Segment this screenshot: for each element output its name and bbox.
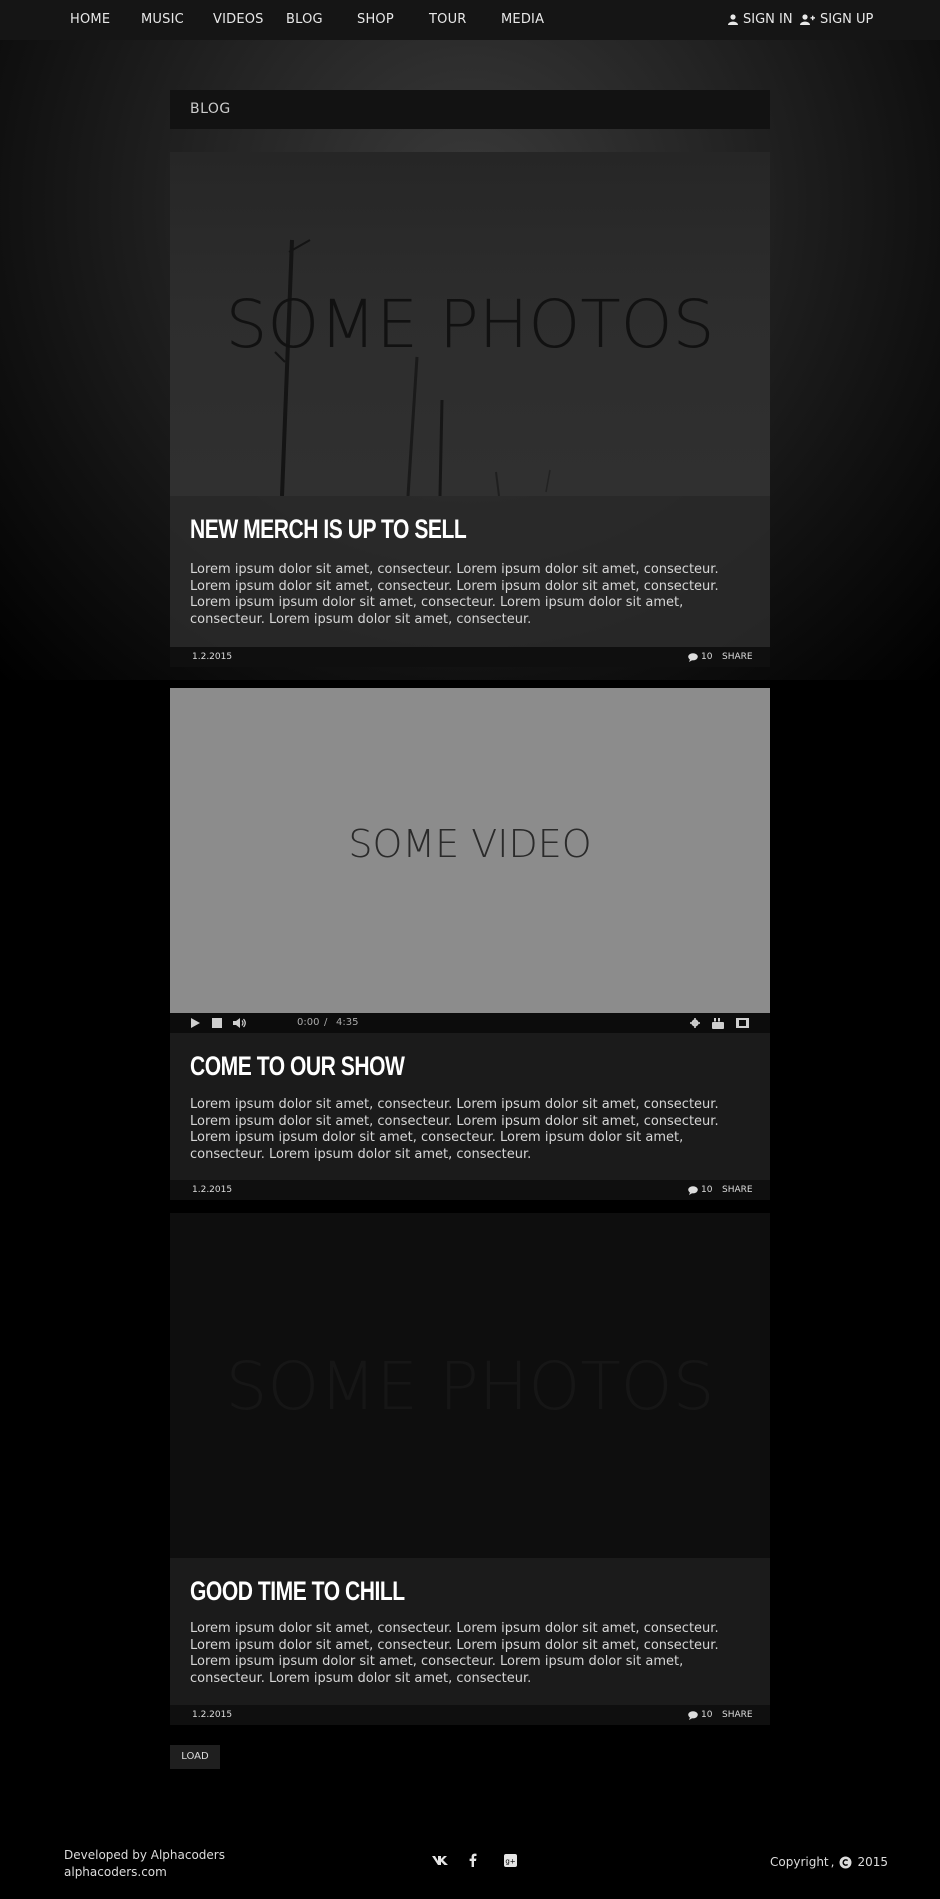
post-text: Lorem ipsum dolor sit amet, consecteur. … — [190, 1621, 719, 1686]
copyright-year: 2015 — [857, 1855, 889, 1869]
comments-link[interactable]: 10 — [688, 652, 712, 662]
comment-icon — [688, 652, 698, 662]
site-link[interactable]: alphacoders.com — [64, 1864, 225, 1881]
stop-icon[interactable] — [212, 1018, 222, 1028]
post-photos[interactable]: SOME PHOTOS — [170, 152, 770, 496]
media-placeholder-label: SOME PHOTOS — [225, 286, 715, 363]
post-footer: 1.2.2015 10 SHARE — [170, 647, 770, 667]
sign-up-label: SIGN UP — [820, 12, 874, 27]
share-link[interactable]: SHARE — [722, 652, 753, 662]
nav-blog[interactable]: BLOG — [286, 12, 323, 27]
post-content: GOOD TIME TO CHILL Lorem ipsum dolor sit… — [170, 1558, 770, 1706]
user-icon — [728, 14, 738, 25]
comment-count: 10 — [701, 1185, 713, 1195]
post-footer: 1.2.2015 10 SHARE — [170, 1180, 770, 1200]
post-footer: 1.2.2015 10 SHARE — [170, 1705, 770, 1725]
sign-in-link[interactable]: SIGN IN — [728, 12, 793, 27]
blog-heading-bar: BLOG — [170, 90, 770, 129]
post-date: 1.2.2015 — [192, 652, 233, 662]
post-text: Lorem ipsum dolor sit amet, consecteur. … — [190, 562, 719, 627]
post-photos[interactable]: SOME PHOTOS — [170, 1213, 770, 1558]
share-link[interactable]: SHARE — [722, 1710, 753, 1720]
footer-credits: Developed by Alphacoders alphacoders.com — [64, 1847, 225, 1881]
load-more-button[interactable]: LOAD — [170, 1745, 220, 1769]
share-link[interactable]: SHARE — [722, 1185, 753, 1195]
current-time: 0:00 — [297, 1017, 320, 1028]
play-icon[interactable] — [190, 1018, 200, 1028]
fullscreen-icon[interactable] — [736, 1018, 749, 1028]
nav-home[interactable]: HOME — [70, 12, 110, 27]
copyright-icon — [839, 1856, 852, 1868]
nav-tour[interactable]: TOUR — [429, 12, 467, 27]
post-text: Lorem ipsum dolor sit amet, consecteur. … — [190, 1097, 719, 1162]
post-content: COME TO OUR SHOW Lorem ipsum dolor sit a… — [170, 1033, 770, 1180]
comments-link[interactable]: 10 — [688, 1185, 712, 1195]
media-placeholder-label: SOME PHOTOS — [225, 1348, 715, 1425]
video-player[interactable]: SOME VIDEO — [170, 688, 770, 1013]
copyright-comma: , — [830, 1855, 835, 1869]
comment-count: 10 — [701, 652, 713, 662]
page-title: BLOG — [190, 101, 231, 117]
developed-by-text: Developed by Alphacoders — [64, 1848, 225, 1862]
comments-link[interactable]: 10 — [688, 1710, 712, 1720]
youtube-icon[interactable] — [712, 1018, 724, 1029]
volume-icon[interactable] — [233, 1018, 247, 1028]
nav-music[interactable]: MUSIC — [141, 12, 184, 27]
gear-icon[interactable] — [690, 1018, 700, 1028]
comment-icon — [688, 1710, 698, 1720]
svg-text:g+: g+ — [505, 1858, 515, 1866]
duration: 4:35 — [336, 1017, 359, 1028]
comment-icon — [688, 1185, 698, 1195]
copyright: Copyright, 2015 — [770, 1855, 888, 1869]
comment-count: 10 — [701, 1710, 713, 1720]
post-content: NEW MERCH IS UP TO SELL Lorem ipsum dolo… — [170, 496, 770, 647]
post-title[interactable]: NEW MERCH IS UP TO SELL — [190, 514, 467, 545]
vk-icon[interactable] — [432, 1855, 448, 1865]
google-plus-icon[interactable]: g+ — [504, 1854, 517, 1867]
video-controls: 0:00 / 4:35 — [170, 1013, 770, 1033]
copyright-label: Copyright — [770, 1855, 829, 1869]
nav-media[interactable]: MEDIA — [501, 12, 544, 27]
user-add-icon — [800, 14, 815, 25]
post-title[interactable]: COME TO OUR SHOW — [190, 1051, 405, 1082]
time-separator: / — [324, 1017, 328, 1028]
post-date: 1.2.2015 — [192, 1710, 233, 1720]
sign-in-label: SIGN IN — [743, 12, 793, 27]
nav-videos[interactable]: VIDEOS — [213, 12, 264, 27]
top-nav: HOME MUSIC VIDEOS BLOG SHOP TOUR MEDIA S… — [0, 0, 940, 40]
facebook-icon[interactable] — [469, 1853, 477, 1867]
sign-up-link[interactable]: SIGN UP — [800, 12, 873, 27]
post-title[interactable]: GOOD TIME TO CHILL — [190, 1576, 405, 1607]
post-date: 1.2.2015 — [192, 1185, 233, 1195]
nav-shop[interactable]: SHOP — [357, 12, 394, 27]
media-placeholder-label: SOME VIDEO — [348, 822, 592, 866]
